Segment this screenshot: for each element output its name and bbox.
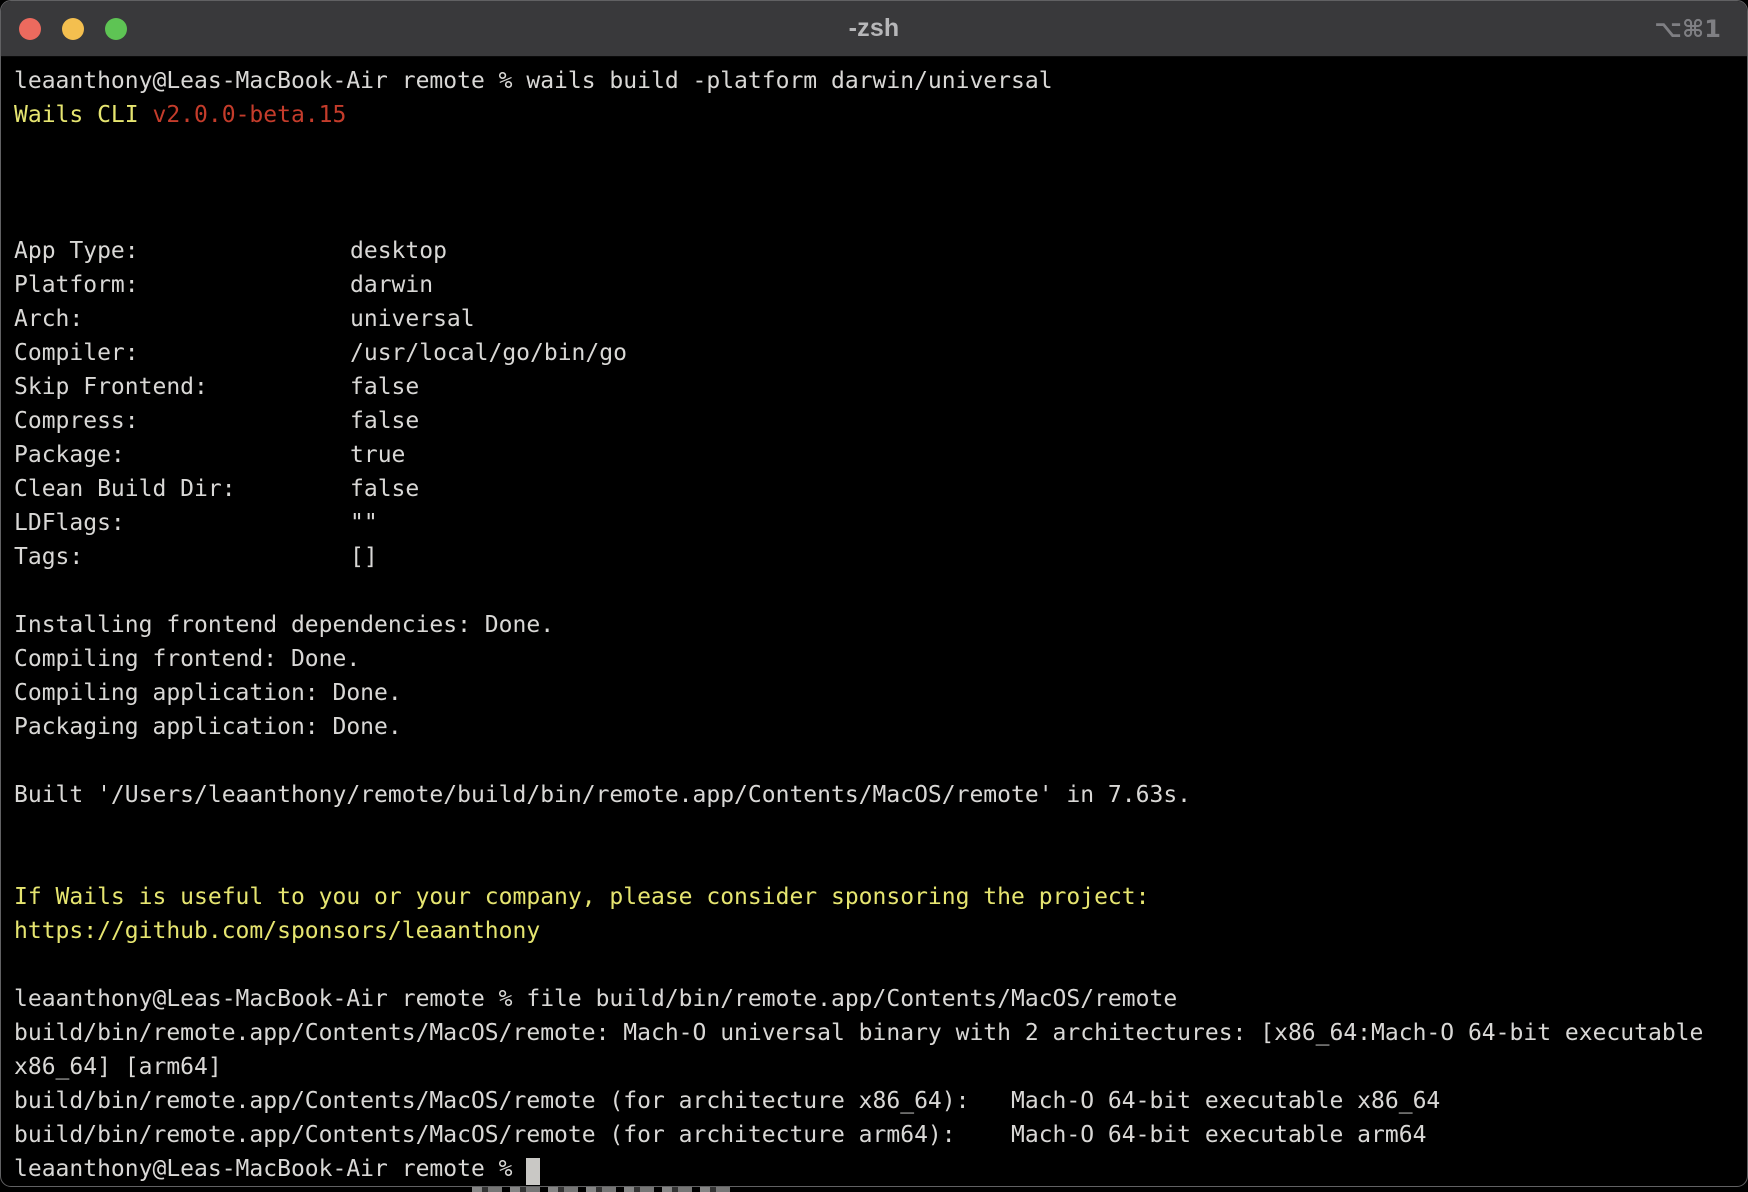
config-key: App Type:: [14, 234, 350, 268]
config-key: Arch:: [14, 302, 350, 336]
config-value: /usr/local/go/bin/go: [350, 340, 627, 366]
terminal-line: build/bin/remote.app/Contents/MacOS/remo…: [14, 1118, 1741, 1152]
terminal-window: -zsh ⌥⌘1 leaanthony@Leas-MacBook-Air rem…: [0, 0, 1748, 1187]
shell-prompt: leaanthony@Leas-MacBook-Air remote %: [14, 1156, 526, 1182]
tab-shortcut-hint: ⌥⌘1: [1654, 1, 1721, 57]
config-value: false: [350, 408, 419, 434]
traffic-lights: [19, 1, 127, 57]
zoom-button[interactable]: [105, 18, 127, 40]
terminal-line: If Wails is useful to you or your compan…: [14, 880, 1741, 914]
terminal-line: Tags:[]: [14, 540, 1741, 574]
terminal-line: [14, 812, 1741, 846]
minimize-button[interactable]: [62, 18, 84, 40]
terminal-line: [14, 948, 1741, 982]
terminal-line: Compiling application: Done.: [14, 676, 1741, 710]
desktop-background: -zsh ⌥⌘1 leaanthony@Leas-MacBook-Air rem…: [0, 0, 1748, 1192]
terminal-line: https://github.com/sponsors/leaanthony: [14, 914, 1741, 948]
terminal-line: Platform:darwin: [14, 268, 1741, 302]
terminal-line: Package:true: [14, 438, 1741, 472]
config-value: []: [350, 544, 378, 570]
terminal-screen[interactable]: leaanthony@Leas-MacBook-Air remote % wai…: [1, 57, 1747, 1187]
config-key: Compiler:: [14, 336, 350, 370]
window-title: -zsh: [1, 14, 1747, 43]
config-value: false: [350, 374, 419, 400]
config-key: Skip Frontend:: [14, 370, 350, 404]
config-key: Package:: [14, 438, 350, 472]
terminal-line: Built '/Users/leaanthony/remote/build/bi…: [14, 778, 1741, 812]
terminal-line: App Type:desktop: [14, 234, 1741, 268]
config-value: false: [350, 476, 419, 502]
terminal-line: leaanthony@Leas-MacBook-Air remote %: [14, 1152, 1741, 1186]
window-titlebar[interactable]: -zsh ⌥⌘1: [1, 1, 1747, 57]
terminal-cursor: [526, 1158, 540, 1185]
terminal-text-span: v2.0.0-beta.15: [152, 102, 346, 128]
config-key: LDFlags:: [14, 506, 350, 540]
config-key: Clean Build Dir:: [14, 472, 350, 506]
terminal-text-span: Wails CLI: [14, 102, 152, 128]
terminal-line: Arch:universal: [14, 302, 1741, 336]
terminal-line: LDFlags:"": [14, 506, 1741, 540]
config-value: darwin: [350, 272, 433, 298]
terminal-line: Compiling frontend: Done.: [14, 642, 1741, 676]
terminal-line: [14, 166, 1741, 200]
terminal-line: build/bin/remote.app/Contents/MacOS/remo…: [14, 1084, 1741, 1118]
terminal-line: Skip Frontend:false: [14, 370, 1741, 404]
terminal-line: Clean Build Dir:false: [14, 472, 1741, 506]
terminal-line: leaanthony@Leas-MacBook-Air remote % wai…: [14, 64, 1741, 98]
terminal-line: Packaging application: Done.: [14, 710, 1741, 744]
config-value: "": [350, 510, 378, 536]
config-value: true: [350, 442, 405, 468]
terminal-line: Compress:false: [14, 404, 1741, 438]
terminal-line: [14, 744, 1741, 778]
terminal-line: Wails CLI v2.0.0-beta.15: [14, 98, 1741, 132]
background-artifact: [472, 1187, 734, 1192]
terminal-line: build/bin/remote.app/Contents/MacOS/remo…: [14, 1016, 1741, 1050]
terminal-line: [14, 574, 1741, 608]
terminal-line: [14, 132, 1741, 166]
terminal-line: Compiler:/usr/local/go/bin/go: [14, 336, 1741, 370]
terminal-line: Installing frontend dependencies: Done.: [14, 608, 1741, 642]
terminal-line: [14, 846, 1741, 880]
terminal-line: x86_64] [arm64]: [14, 1050, 1741, 1084]
config-value: universal: [350, 306, 475, 332]
terminal-line: leaanthony@Leas-MacBook-Air remote % fil…: [14, 982, 1741, 1016]
config-key: Tags:: [14, 540, 350, 574]
terminal-line: [14, 200, 1741, 234]
close-button[interactable]: [19, 18, 41, 40]
config-value: desktop: [350, 238, 447, 264]
config-key: Compress:: [14, 404, 350, 438]
config-key: Platform:: [14, 268, 350, 302]
